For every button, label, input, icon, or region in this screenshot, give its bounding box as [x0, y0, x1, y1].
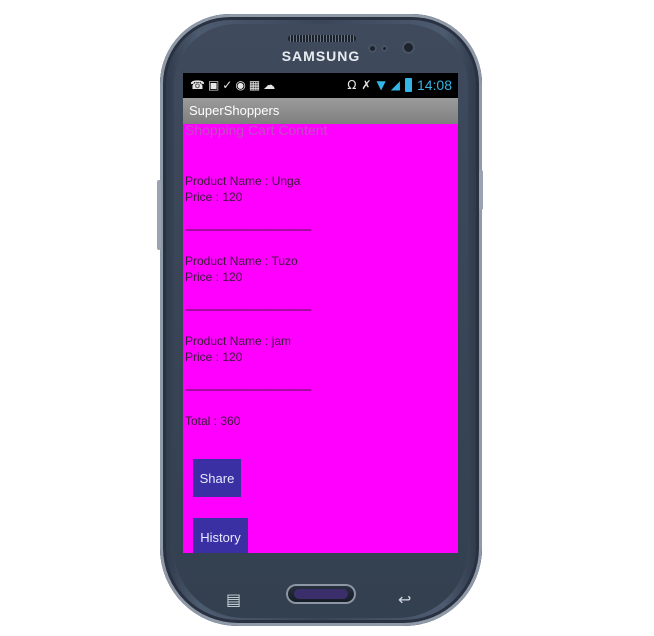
- front-camera-icon: [368, 44, 377, 53]
- front-camera-lens-icon: [402, 41, 415, 54]
- signal-icon: ◢: [390, 78, 400, 92]
- status-bar: ☎▣✓◉▦☁ Ω ✗ ▼ ◢ 14:08: [183, 73, 458, 98]
- earpiece-speaker: [288, 35, 356, 42]
- product-name: Product Name : Unga: [185, 174, 301, 188]
- wifi-icon: ▼: [376, 78, 386, 92]
- product-price: Price : 120: [185, 350, 243, 364]
- product-name: Product Name : Tuzo: [185, 254, 298, 268]
- notification-icons: ☎▣✓◉▦☁: [190, 78, 278, 92]
- image-icon: ▣: [207, 78, 223, 92]
- product-price: Price : 120: [185, 190, 243, 204]
- phone-screen: ☎▣✓◉▦☁ Ω ✗ ▼ ◢ 14:08 SuperShoppers Shopp…: [183, 73, 458, 553]
- headset-icon: Ω: [347, 78, 357, 92]
- app-title-bar: SuperShoppers: [183, 98, 458, 124]
- app-title: SuperShoppers: [189, 103, 280, 118]
- battery-icon: [404, 78, 412, 92]
- history-button[interactable]: History: [193, 518, 248, 553]
- status-time: 14:08: [416, 77, 452, 93]
- item-divider: ----------------------------------------…: [185, 382, 312, 396]
- product-price: Price : 120: [185, 270, 243, 284]
- device-brand: SAMSUNG: [281, 48, 361, 64]
- menu-key-icon[interactable]: ▤: [226, 592, 241, 608]
- item-divider: ----------------------------------------…: [185, 222, 312, 236]
- home-button[interactable]: [286, 584, 356, 604]
- bug-icon: ◉: [235, 78, 249, 92]
- share-button[interactable]: Share: [193, 459, 241, 497]
- proximity-sensor-icon: [381, 45, 388, 52]
- power-button[interactable]: [479, 170, 483, 210]
- cart-heading: Shopping Cart Content: [185, 122, 328, 138]
- cloud-icon: ☁: [263, 78, 279, 92]
- mute-icon: ✗: [361, 78, 372, 92]
- whatsapp-icon: ☎: [190, 78, 208, 92]
- back-key-icon[interactable]: ↩: [398, 592, 411, 608]
- volume-button[interactable]: [157, 180, 161, 250]
- cart-total: Total : 360: [185, 414, 241, 428]
- item-divider: ----------------------------------------…: [185, 302, 312, 316]
- check-cloud-icon: ✓: [222, 78, 236, 92]
- app-icon: ▦: [248, 78, 264, 92]
- status-right: Ω ✗ ▼ ◢ 14:08: [347, 77, 452, 93]
- product-name: Product Name : jam: [185, 334, 292, 348]
- cart-content: Shopping Cart Content Product Name : Ung…: [183, 122, 458, 553]
